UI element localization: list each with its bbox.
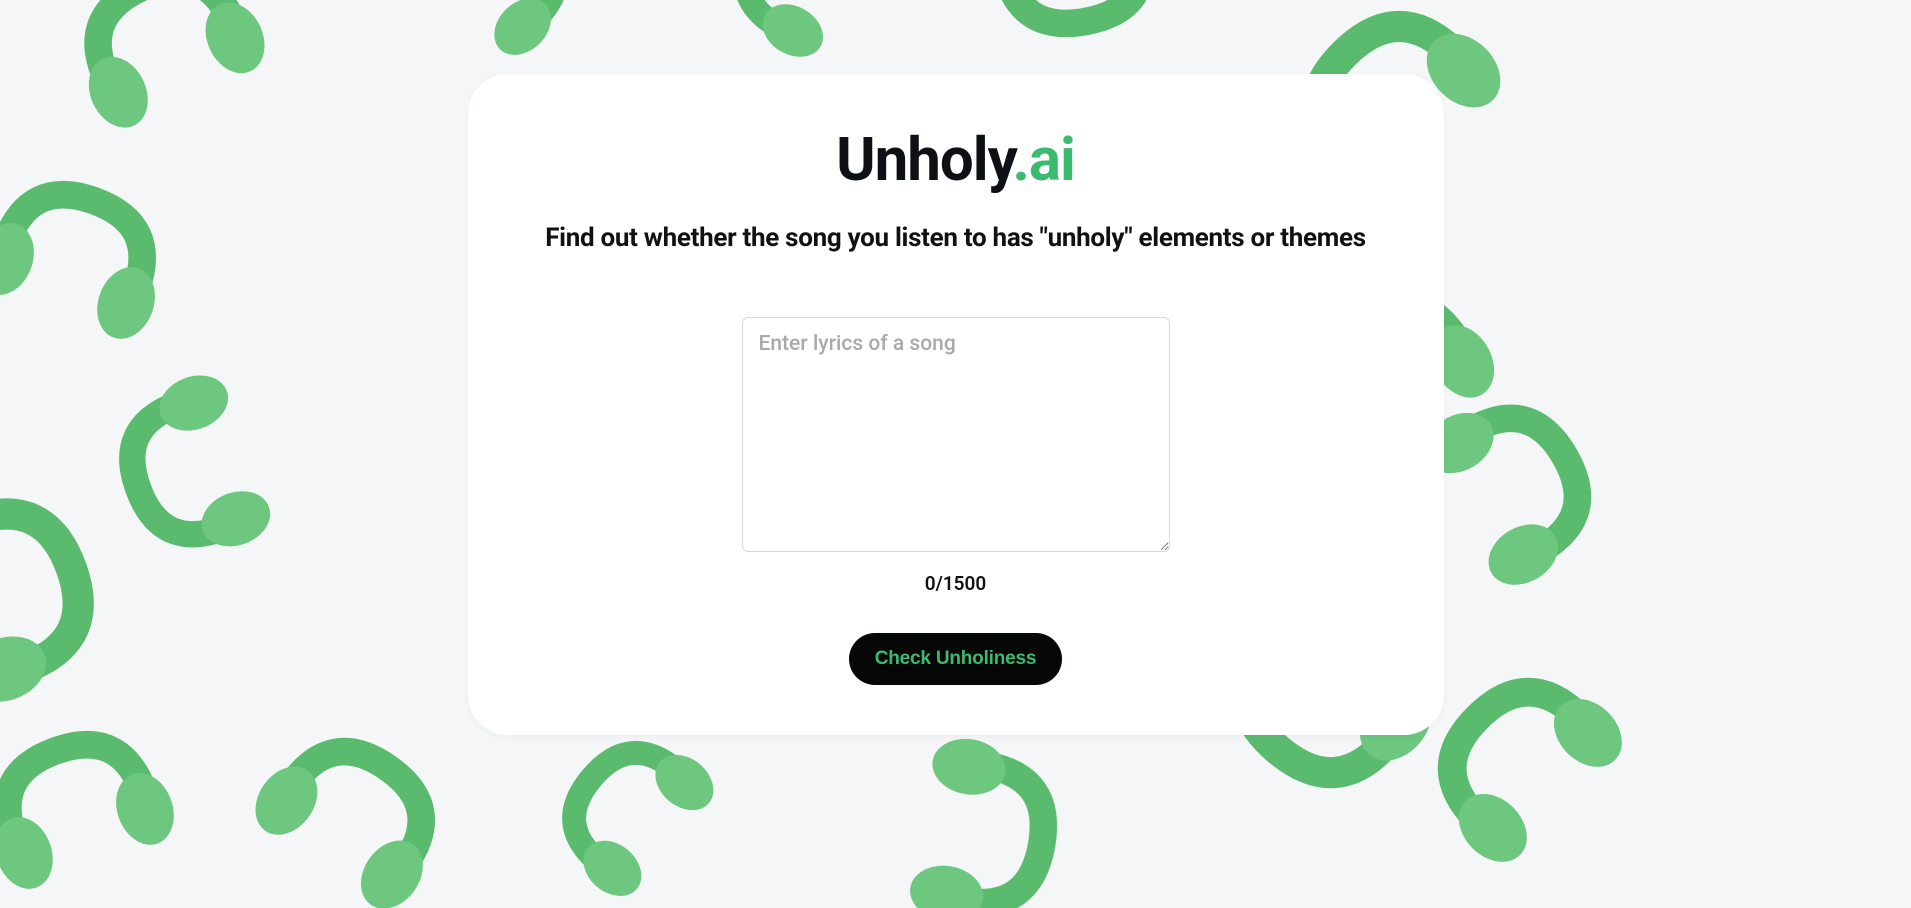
lyrics-input[interactable] [742, 317, 1170, 552]
main-card: Unholy.ai Find out whether the song you … [468, 74, 1444, 735]
page-title: Unholy.ai [836, 124, 1075, 195]
check-button[interactable]: Check Unholiness [849, 633, 1063, 685]
page-subtitle: Find out whether the song you listen to … [545, 223, 1366, 253]
input-section: 0/1500 Check Unholiness [508, 317, 1404, 685]
title-main: Unholy [836, 124, 1012, 195]
page-container: Unholy.ai Find out whether the song you … [0, 0, 1911, 908]
character-counter: 0/1500 [925, 572, 987, 595]
title-accent: .ai [1013, 124, 1075, 195]
